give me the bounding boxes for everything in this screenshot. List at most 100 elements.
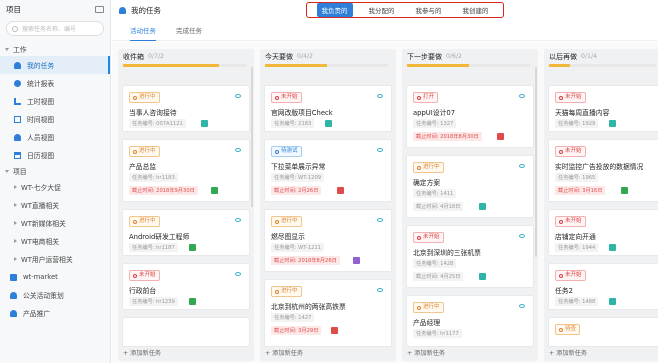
star-icon (189, 298, 196, 305)
section-project-label: 项目 (13, 168, 27, 176)
page-title: 我的任务 (119, 5, 161, 16)
task-title: 确定方案 (413, 179, 441, 187)
status-badge: 待查 (555, 324, 581, 335)
tab-created-by-me[interactable]: 我创建的 (458, 3, 494, 17)
sidebar-project[interactable]: WT直播相关 (0, 196, 110, 214)
watch-icon[interactable] (519, 234, 525, 238)
sidebar-project[interactable]: WT新媒体相关 (0, 214, 110, 232)
task-card[interactable]: 进行中 产品总监 任务编号: hr1183 截止时间: 2018年9月30日 (122, 139, 250, 202)
task-card[interactable]: 未开始 行政前台 任务编号: hr1239 (122, 263, 250, 310)
watch-icon[interactable] (235, 218, 241, 222)
project-label: 产品推广 (23, 310, 51, 318)
status-badge: 未开始 (413, 232, 444, 243)
kanban-column: 下一步要做 0/6/2 打开 appUI设计07 任务编号: 1327 截止时间:… (402, 49, 538, 361)
add-task-button[interactable]: + 添加新任务 (265, 348, 391, 357)
watch-icon[interactable] (519, 94, 525, 98)
tab-completed-tasks[interactable]: 完成任务 (176, 21, 202, 41)
add-task-button[interactable]: + 添加新任务 (407, 348, 533, 357)
sidebar-item-worktime[interactable]: 工时视图 (0, 92, 110, 110)
due-date: 截止时间: 3月29日 (271, 326, 322, 335)
watch-icon[interactable] (519, 164, 525, 168)
project-label: WT新媒体相关 (21, 220, 66, 228)
watch-icon[interactable] (235, 94, 241, 98)
task-id: 任务编号: 1944 (555, 243, 599, 252)
status-badge: 未开始 (555, 92, 586, 103)
section-project[interactable]: 项目 (0, 164, 110, 178)
task-card[interactable]: 未开始 店铺定向开通 任务编号: 1944 (548, 209, 658, 256)
sidebar-project[interactable]: 公关活动策划 (0, 286, 110, 304)
task-card[interactable]: 未开始 实时监控广告投放的数据情况 任务编号: 1965 截止时间: 3月16日 (548, 139, 658, 202)
sidebar-item-timeline[interactable]: 时间视图 (0, 110, 110, 128)
task-card[interactable]: 未开始 北京到深圳的三张机票 任务编号: 1428 截止时间: 4月25日 (406, 225, 534, 288)
watch-icon[interactable] (235, 148, 241, 152)
sidebar-project[interactable]: WT-七夕大促 (0, 178, 110, 196)
status-badge: 未开始 (271, 92, 302, 103)
column-title: 以后再做 (549, 52, 577, 61)
task-card[interactable] (122, 317, 250, 347)
watch-icon[interactable] (519, 304, 525, 308)
scrollbar[interactable] (534, 67, 537, 257)
task-card[interactable]: 未开始 官网改版项目Check 任务编号: 2183 (264, 85, 392, 132)
collapse-icon (5, 47, 9, 51)
task-card[interactable]: 进行中 确定方案 任务编号: 1411 截止时间: 4月18日 (406, 155, 534, 218)
expand-icon (14, 257, 17, 261)
sidebar-item-people[interactable]: 人员视图 (0, 128, 110, 146)
task-card[interactable]: 进行中 北京到杭州的两张高铁票 任务编号: 1427 截止时间: 3月29日 (264, 279, 392, 347)
task-card[interactable]: 未开始 任务2 任务编号: 1488 (548, 263, 658, 310)
task-card[interactable]: 进行中 产品经理 任务编号: hr1177 (406, 295, 534, 347)
status-badge: 进行中 (271, 286, 302, 297)
status-badge: 进行中 (413, 302, 444, 313)
task-id: 任务编号: 1929 (555, 119, 599, 128)
search-input[interactable]: 搜索任务名称、编号 (6, 21, 104, 36)
task-title: 产品总监 (129, 163, 157, 171)
task-card[interactable]: 待查 (548, 317, 658, 347)
task-card[interactable]: 进行中 Android研发工程师 任务编号: hr1187 (122, 209, 250, 256)
collapse-icon (5, 169, 9, 173)
inbox-icon[interactable] (95, 5, 104, 13)
project-label: 公关活动策划 (23, 292, 64, 300)
sidebar-project[interactable]: WT用户运营相关 (0, 250, 110, 268)
task-id: 任务编号: 007A1121 (129, 119, 186, 128)
task-card[interactable]: 进行中 当事人咨询接待 任务编号: 007A1121 (122, 85, 250, 132)
tag-icon (479, 203, 486, 210)
watch-icon[interactable] (377, 148, 383, 152)
task-title: appUI设计07 (413, 109, 456, 117)
sidebar-item-label: 日历视图 (27, 152, 55, 160)
watch-icon[interactable] (235, 272, 241, 276)
sidebar-item-calendar[interactable]: 日历视图 (0, 146, 110, 164)
section-work[interactable]: 工作 (0, 42, 110, 56)
sidebar-project[interactable]: wt-market (0, 268, 110, 286)
task-id: 任务编号: WT-1209 (271, 173, 325, 182)
kanban-column: 今天要做 0/4/2 未开始 官网改版项目Check 任务编号: 2183 待测试… (260, 49, 396, 361)
sidebar-item-my-tasks[interactable]: 我的任务 (0, 56, 110, 74)
star-icon (189, 244, 196, 251)
sidebar-item-label: 统计报表 (27, 80, 55, 88)
tab-participating[interactable]: 我参与的 (411, 3, 447, 17)
task-card[interactable]: 未开始 天猫每周直播内容 任务编号: 1929 (548, 85, 658, 132)
task-card[interactable]: 进行中 燃尽图显示 任务编号: WT-1211 截止时间: 2018年8月26日 (264, 209, 392, 272)
kanban-column: 收件箱 0/7/2 进行中 当事人咨询接待 任务编号: 007A1121 进行中 … (118, 49, 254, 361)
bug-icon (497, 133, 504, 140)
tab-assigned-by-me[interactable]: 我分配的 (364, 3, 400, 17)
sub-tabs: 活动任务 完成任务 (112, 21, 658, 41)
task-card[interactable]: 打开 appUI设计07 任务编号: 1327 截止时间: 2018年8月30日 (406, 85, 534, 148)
sidebar-project[interactable]: WT电商相关 (0, 232, 110, 250)
column-title: 收件箱 (123, 52, 144, 61)
watch-icon[interactable] (377, 218, 383, 222)
scrollbar[interactable] (250, 67, 253, 207)
status-badge: 进行中 (129, 92, 160, 103)
task-card[interactable]: 待测试 下拉菜单展示异常 任务编号: WT-1209 截止时间: 2月26日 (264, 139, 392, 202)
tab-active-tasks[interactable]: 活动任务 (130, 21, 156, 41)
sidebar-project[interactable]: 产品推广 (0, 304, 110, 322)
search-placeholder: 搜索任务名称、编号 (22, 26, 77, 33)
add-task-button[interactable]: + 添加新任务 (123, 348, 249, 357)
sidebar-item-stats[interactable]: 统计报表 (0, 74, 110, 92)
people-icon (14, 133, 21, 141)
task-id: 任务编号: hr1187 (129, 243, 178, 252)
watch-icon[interactable] (377, 94, 383, 98)
watch-icon[interactable] (377, 288, 383, 292)
add-task-button[interactable]: + 添加新任务 (549, 348, 658, 357)
tab-my-responsible[interactable]: 我负责的 (316, 3, 353, 17)
project-label: WT-七夕大促 (21, 184, 61, 192)
status-badge: 进行中 (129, 216, 160, 227)
